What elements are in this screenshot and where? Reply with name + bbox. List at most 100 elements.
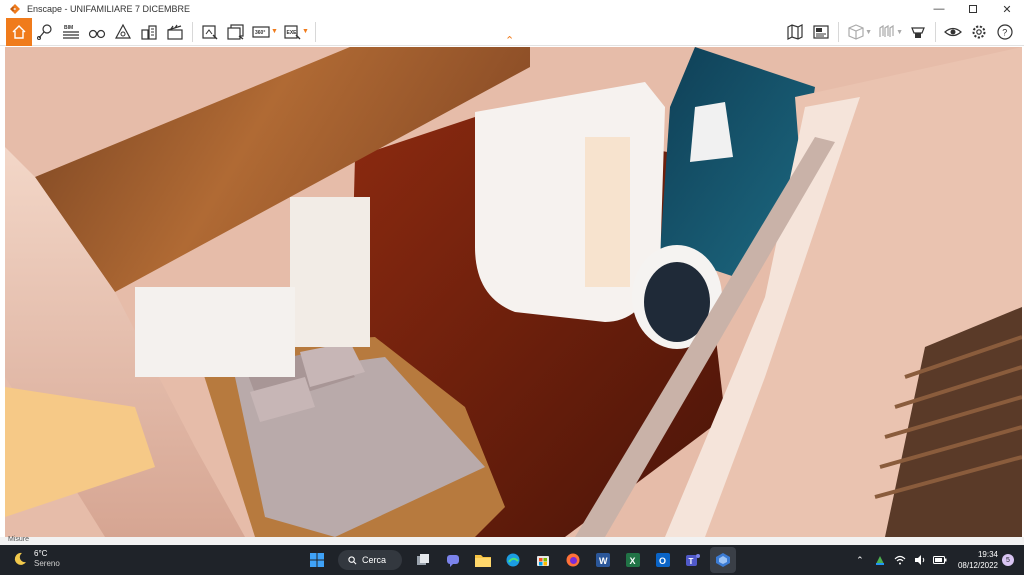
location-pin-icon	[37, 23, 52, 40]
teams-icon: T	[686, 554, 700, 566]
volume-icon[interactable]	[913, 553, 927, 567]
export-panel-icon	[813, 25, 829, 39]
teams-chat-button[interactable]	[440, 547, 466, 573]
file-explorer-icon	[475, 555, 491, 567]
weather-widget[interactable]: 6°C Sereno	[12, 549, 60, 569]
toolbar-divider	[838, 22, 840, 42]
buildings-button[interactable]	[136, 18, 162, 46]
system-tray: ⌃ 19:34 08/12/2022 5	[850, 548, 1014, 572]
taskbar: 6°C Sereno Cerca W X O T ⌃ 19:34 08/12/2…	[0, 545, 1024, 575]
search-label: Cerca	[362, 555, 387, 565]
minimize-button[interactable]: —	[922, 0, 956, 18]
help-icon: ?	[997, 24, 1013, 40]
export-panel-button[interactable]	[808, 18, 834, 46]
maximize-button[interactable]	[956, 0, 990, 18]
visibility-button[interactable]	[940, 18, 966, 46]
enscape-taskbar-button[interactable]	[710, 547, 736, 573]
wifi-icon[interactable]	[893, 553, 907, 567]
close-icon: ✕	[1002, 3, 1012, 16]
taskbar-apps: Cerca W X O T	[302, 547, 738, 573]
export-image-button[interactable]	[197, 18, 223, 46]
battery-icon[interactable]	[932, 553, 947, 567]
window-controls: — ✕	[922, 0, 1024, 18]
search-icon	[348, 555, 357, 564]
video-clapper-icon	[167, 24, 183, 40]
svg-text:O: O	[659, 556, 666, 566]
outlook-button[interactable]: O	[650, 547, 676, 573]
binoculars-button[interactable]	[84, 18, 110, 46]
minimize-icon: —	[933, 3, 945, 15]
chevron-up-icon[interactable]: ⌃	[853, 553, 867, 567]
vr-headset-icon	[879, 24, 894, 37]
toolbar-divider	[314, 21, 316, 42]
svg-text:?: ?	[1002, 28, 1007, 38]
settings-button[interactable]	[966, 18, 992, 46]
clock[interactable]: 19:34 08/12/2022	[958, 549, 998, 571]
teams-button[interactable]: T	[680, 547, 706, 573]
firefox-icon	[566, 553, 580, 567]
settings-icon	[972, 25, 986, 39]
weather-condition: Sereno	[34, 559, 60, 568]
notification-badge[interactable]: 5	[1002, 554, 1014, 566]
toolbar-right-group: ▼ ▼ ?	[782, 18, 1018, 46]
toolbar-divider	[192, 21, 193, 42]
collapse-toolbar-caret[interactable]: ⌃	[505, 34, 514, 47]
close-button[interactable]: ✕	[990, 0, 1024, 18]
export-batch-icon	[227, 23, 244, 40]
clock-time: 19:34	[977, 550, 998, 559]
store-button[interactable]	[530, 547, 556, 573]
binoculars-icon	[88, 29, 106, 38]
help-button[interactable]: ?	[992, 18, 1018, 46]
vr-dropdown-caret[interactable]: ▼	[896, 29, 903, 36]
export-exe-label: EXE	[286, 30, 297, 36]
mode-toggle-button[interactable]	[905, 18, 931, 46]
export-360-label: 360°	[255, 30, 265, 36]
edge-button[interactable]	[500, 547, 526, 573]
enscape-logo-icon	[10, 3, 22, 15]
outlook-icon: O	[656, 553, 670, 567]
cube-view-dropdown-caret[interactable]: ▼	[865, 29, 872, 36]
edge-icon	[506, 553, 520, 567]
map-button[interactable]	[782, 18, 808, 46]
bim-info-icon: BIM	[63, 25, 79, 39]
task-view-icon	[417, 554, 429, 565]
asset-library-button[interactable]	[110, 18, 136, 46]
clock-date: 08/12/2022	[957, 561, 998, 570]
export-image-icon	[202, 24, 218, 39]
word-button[interactable]: W	[590, 547, 616, 573]
file-explorer-button[interactable]	[470, 547, 496, 573]
video-editor-button[interactable]	[162, 18, 188, 46]
export-360-icon: 360°	[252, 25, 270, 38]
task-view-button[interactable]	[410, 547, 436, 573]
firefox-button[interactable]	[560, 547, 586, 573]
export-exe-icon: EXE	[284, 24, 301, 39]
home-button[interactable]	[6, 17, 32, 46]
export-exe-dropdown-caret[interactable]: ▼	[302, 28, 309, 35]
home-icon	[12, 24, 26, 39]
bim-info-button[interactable]: BIM	[58, 18, 84, 46]
start-button[interactable]	[304, 547, 330, 573]
taskbar-search[interactable]: Cerca	[338, 550, 402, 570]
weather-temperature: 6°C	[34, 549, 48, 558]
render-viewport[interactable]	[5, 47, 1022, 537]
export-batch-button[interactable]	[223, 18, 249, 46]
render-image	[5, 47, 1022, 537]
status-text: Misure	[8, 536, 30, 543]
visibility-icon	[944, 27, 962, 37]
toolbar-divider	[935, 22, 936, 42]
word-icon: W	[596, 553, 610, 567]
viewport-status-bar: Misure	[0, 536, 1024, 545]
store-icon	[537, 556, 549, 566]
maximize-icon	[969, 5, 977, 13]
location-button[interactable]	[32, 18, 58, 46]
export-360-dropdown-caret[interactable]: ▼	[271, 28, 278, 35]
excel-button[interactable]: X	[620, 547, 646, 573]
buildings-icon	[141, 24, 157, 40]
title-bar: Enscape - UNIFAMILIARE 7 DICEMBRE — ✕	[0, 0, 1024, 18]
drive-icon[interactable]	[873, 553, 887, 567]
map-icon	[787, 24, 803, 40]
cube-view-icon	[848, 24, 864, 40]
excel-icon: X	[626, 553, 640, 567]
windows-start-icon	[310, 553, 324, 567]
svg-text:T: T	[689, 557, 694, 566]
